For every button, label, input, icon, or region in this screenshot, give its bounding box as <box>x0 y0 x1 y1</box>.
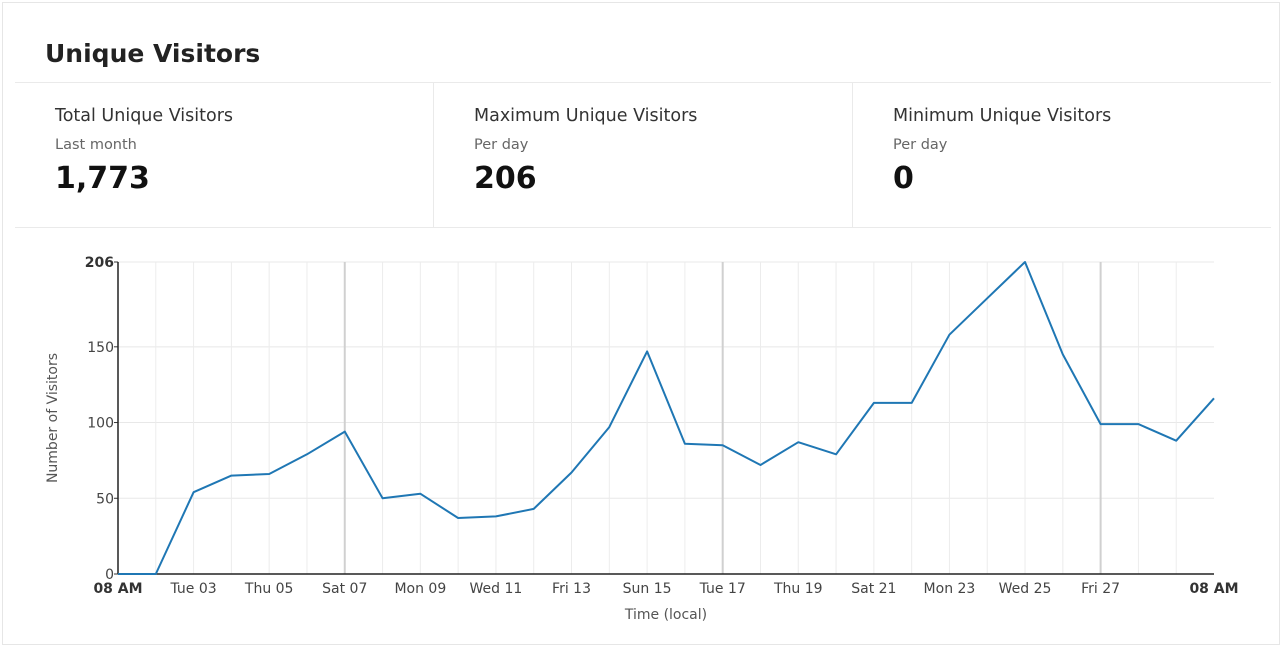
chart-axes <box>114 261 1214 575</box>
x-tick-label: Wed 25 <box>999 581 1052 597</box>
chart-series <box>118 261 1215 575</box>
x-tick-label: Fri 27 <box>1081 581 1120 597</box>
x-axis-label: Time (local) <box>624 607 707 623</box>
x-tick-label: Sun 15 <box>623 581 672 597</box>
x-tick-label: Tue 03 <box>169 581 216 597</box>
y-tick-label: 100 <box>87 416 114 432</box>
x-tick-label: Fri 13 <box>552 581 591 597</box>
visitors-series-line <box>118 261 1215 575</box>
x-tick-label: Mon 09 <box>394 581 446 597</box>
x-tick-label: Thu 05 <box>244 581 294 597</box>
x-tick-label: 08 AM <box>93 581 142 597</box>
visitors-line-chart: 05010015020608 AM Tue 03 Thu 05 Sat 07 Mon 0… <box>45 255 1239 623</box>
y-axis-label: Number of Visitors <box>45 353 61 483</box>
chart-grid <box>118 261 1214 574</box>
x-tick-label: Sat 07 <box>322 581 367 597</box>
x-tick-label: 08 AM <box>1189 581 1238 597</box>
x-tick-label: Tue 17 <box>699 581 746 597</box>
y-tick-label: 150 <box>87 340 114 356</box>
y-tick-label: 50 <box>96 491 114 507</box>
chart-ticks: 05010015020608 AM Tue 03 Thu 05 Sat 07 Mon 0… <box>85 255 1239 597</box>
x-tick-label: Sat 21 <box>851 581 896 597</box>
x-tick-label: Wed 11 <box>470 581 523 597</box>
x-tick-label: Mon 23 <box>924 581 976 597</box>
x-tick-label: Thu 19 <box>773 581 823 597</box>
y-tick-label: 206 <box>85 255 114 271</box>
